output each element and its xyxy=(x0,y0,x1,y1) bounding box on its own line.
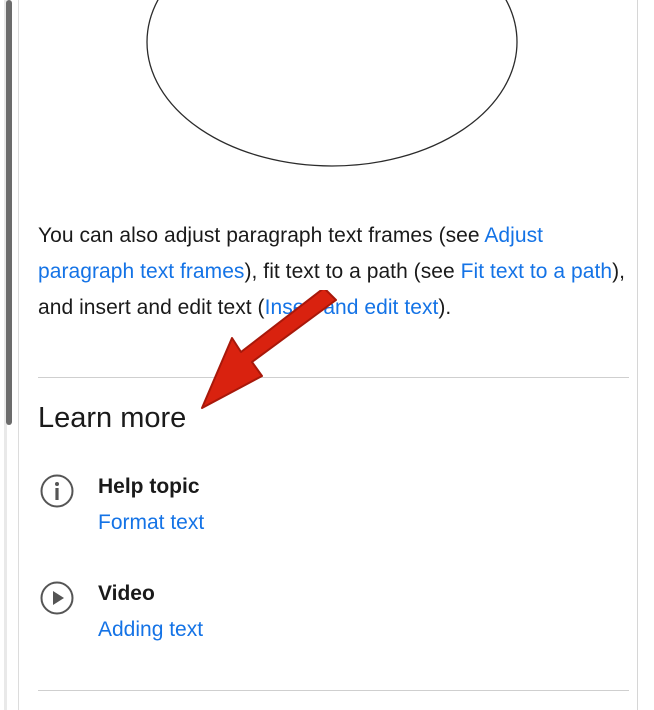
paragraph-text-4: ). xyxy=(438,296,452,319)
adding-text-link[interactable]: Adding text xyxy=(98,614,203,646)
panel-left-border xyxy=(18,0,19,710)
fit-text-to-path-link[interactable]: Fit text to a path xyxy=(461,260,612,283)
paragraph-text-1: You can also adjust paragraph text frame… xyxy=(38,224,485,247)
resource-video: Video Adding text xyxy=(38,577,630,647)
panel-right-border xyxy=(637,0,638,710)
section-divider xyxy=(38,690,629,691)
resource-help-topic: Help topic Format text xyxy=(38,470,630,540)
format-text-link[interactable]: Format text xyxy=(98,507,204,539)
paragraph-text-2: ), fit text to a path (see xyxy=(244,260,461,283)
learn-more-heading: Learn more xyxy=(38,402,187,434)
scrollbar-thumb[interactable] xyxy=(6,0,12,425)
resource-type-label: Video xyxy=(98,582,155,605)
help-panel-window: You can also adjust paragraph text frame… xyxy=(0,0,654,710)
info-icon xyxy=(40,474,74,508)
red-annotation-arrow-icon xyxy=(201,290,337,409)
play-icon xyxy=(40,581,74,615)
resource-type-label: Help topic xyxy=(98,475,200,498)
text-path-ellipse-illustration xyxy=(146,0,518,167)
